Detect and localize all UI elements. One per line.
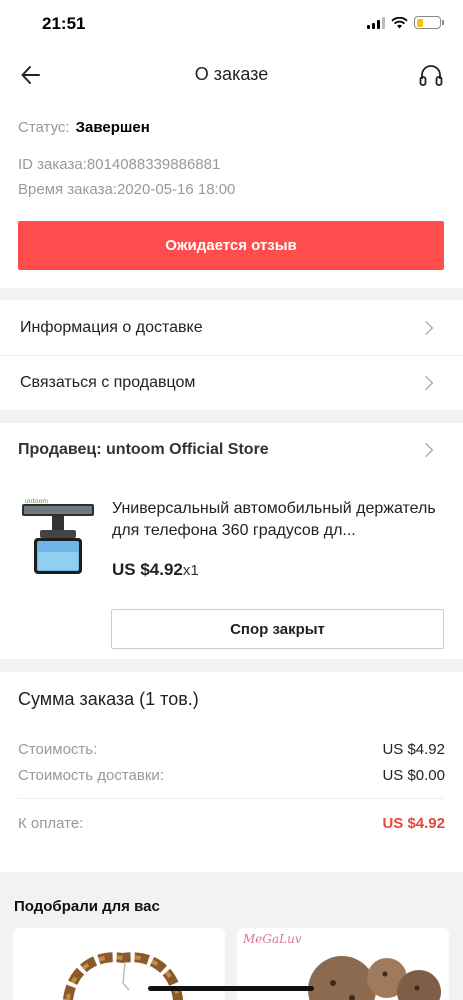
chevron-right-icon xyxy=(418,442,434,458)
recommendations-title: Подобрали для вас xyxy=(14,898,160,915)
status-icons xyxy=(367,16,444,29)
cost-label: Стоимость: xyxy=(18,741,98,758)
chevron-right-icon xyxy=(418,320,434,336)
brand-watermark: MeGaLuv xyxy=(243,932,302,946)
total-label: К оплате: xyxy=(18,815,84,832)
product-price-line: US $4.92x1 xyxy=(112,560,199,580)
order-time: Время заказа:2020-05-16 18:00 xyxy=(18,181,236,198)
battery-icon xyxy=(414,16,444,29)
thumb-brand-text: untoom xyxy=(25,498,48,505)
shipping-value: US $0.00 xyxy=(382,767,445,784)
shipping-row: Стоимость доставки: US $0.00 xyxy=(18,767,445,784)
status-bar: 21:51 xyxy=(0,0,463,50)
delivery-info-row[interactable]: Информация о доставке xyxy=(0,301,463,355)
product-thumbnail[interactable]: untoom xyxy=(18,494,98,582)
status-time: 21:51 xyxy=(42,14,86,33)
product-qty: x1 xyxy=(182,562,199,579)
product-price: US $4.92 xyxy=(112,560,183,579)
seller-label: Продавец: untoom Official Store xyxy=(18,441,269,458)
cost-row: Стоимость: US $4.92 xyxy=(18,741,445,758)
status-value: Завершен xyxy=(75,119,150,136)
shipping-label: Стоимость доставки: xyxy=(18,767,164,784)
chevron-right-icon xyxy=(418,375,434,391)
cost-value: US $4.92 xyxy=(382,741,445,758)
order-id: ID заказа:8014088339886881 xyxy=(18,156,221,173)
total-value: US $4.92 xyxy=(382,815,445,832)
section-separator xyxy=(0,659,463,672)
summary-title: Сумма заказа (1 тов.) xyxy=(18,689,199,709)
order-info: Статус: Завершен ID заказа:80140883398868… xyxy=(18,105,445,198)
seller-row[interactable]: Продавец: untoom Official Store xyxy=(0,424,463,476)
product-title[interactable]: Универсальный автомобильный держатель дл… xyxy=(112,498,442,542)
contact-seller-label: Связаться с продавцом xyxy=(20,374,196,391)
nav-bar: О заказе xyxy=(0,50,463,98)
total-row: К оплате: US $4.92 xyxy=(18,815,445,832)
awaiting-review-button[interactable]: Ожидается отзыв xyxy=(18,221,444,270)
recommendations-section: Подобрали для вас MeGaLuv xyxy=(0,872,463,1000)
home-indicator xyxy=(148,986,314,991)
wifi-icon xyxy=(391,16,408,28)
order-status: Статус: Завершен xyxy=(18,119,445,136)
contact-seller-row[interactable]: Связаться с продавцом xyxy=(0,356,463,410)
dispute-closed-button[interactable]: Спор закрыт xyxy=(111,609,444,649)
status-label: Статус: xyxy=(18,119,70,136)
section-separator xyxy=(0,410,463,423)
section-separator xyxy=(0,288,463,300)
product-item[interactable]: untoom Универсальный автомобильный держа… xyxy=(18,494,445,594)
cellular-signal-icon xyxy=(367,16,385,29)
delivery-info-label: Информация о доставке xyxy=(20,319,203,336)
page-title: О заказе xyxy=(194,64,269,84)
summary-divider xyxy=(18,798,445,799)
headset-icon[interactable] xyxy=(417,62,445,90)
